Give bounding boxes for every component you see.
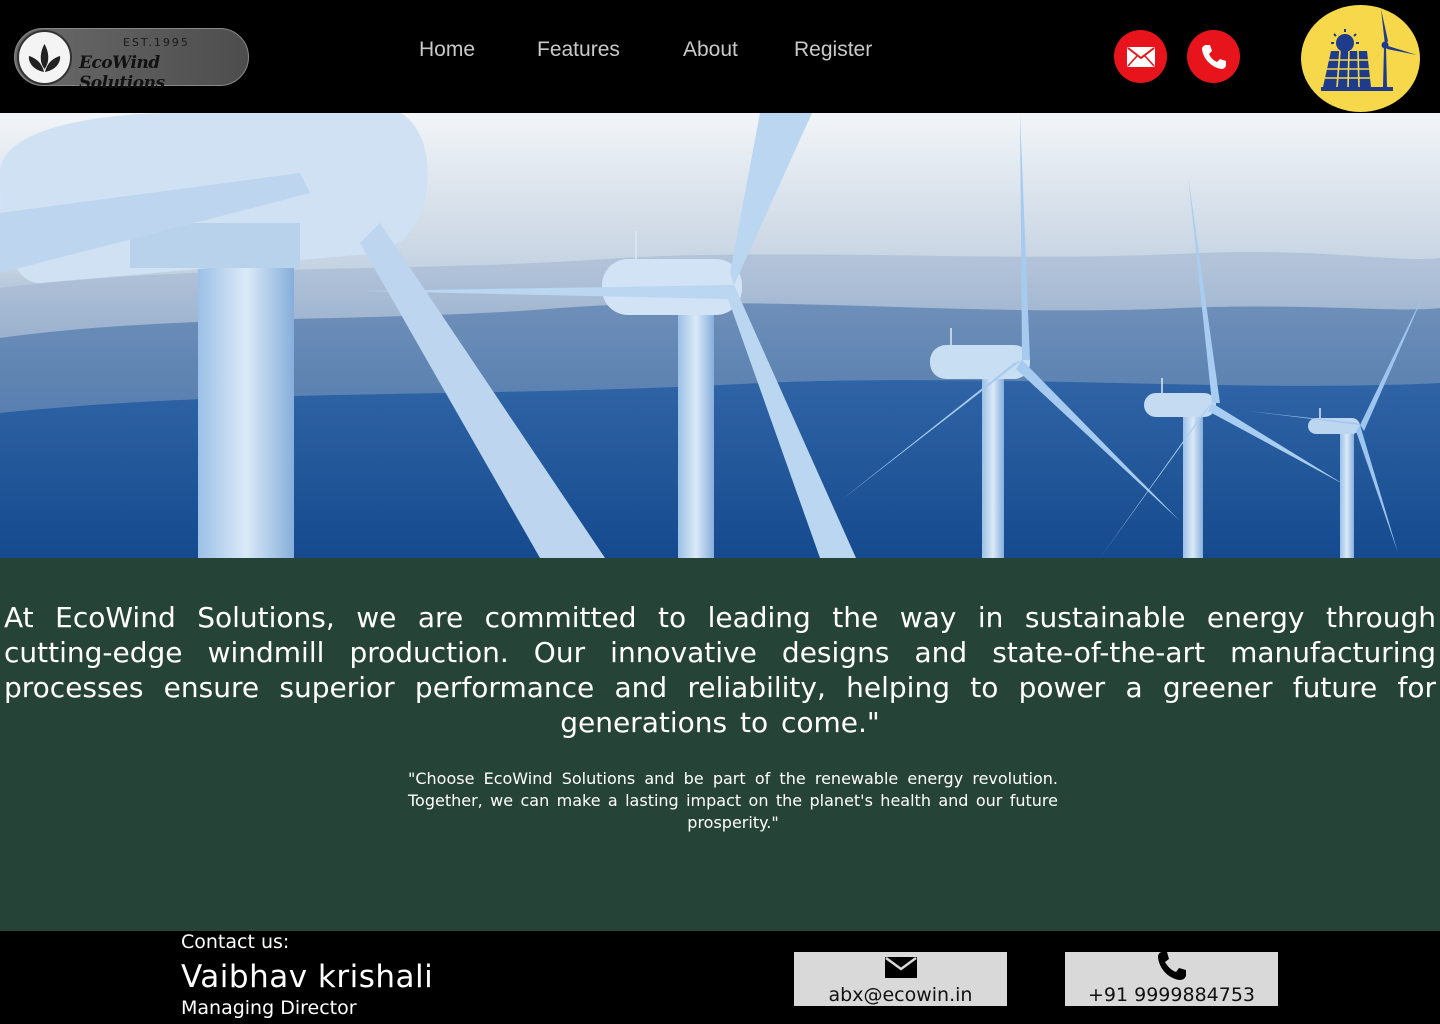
brand-logo[interactable]: EST.1995 EcoWind Solutions	[14, 28, 249, 93]
email-button[interactable]	[1114, 30, 1167, 83]
nav-home[interactable]: Home	[419, 38, 475, 62]
envelope-icon	[884, 954, 918, 984]
solar-wind-icon	[1321, 9, 1417, 91]
mail-icon	[1126, 46, 1155, 67]
wind-turbines-photo	[0, 113, 1440, 558]
phone-button[interactable]	[1187, 30, 1240, 83]
hero-image	[0, 113, 1440, 558]
handset-icon	[1154, 950, 1190, 986]
site-header: EST.1995 EcoWind Solutions Home Features…	[0, 0, 1440, 113]
brand-est: EST.1995	[123, 36, 190, 49]
leaf-logo-icon	[17, 30, 72, 85]
phone-contact-card[interactable]: +91 9999884753	[1065, 952, 1278, 1006]
about-section: At EcoWind Solutions, we are committed t…	[0, 558, 1440, 931]
site-footer: Contact us: Vaibhav krishali Managing Di…	[0, 931, 1440, 1024]
call-to-action-quote: "Choose EcoWind Solutions and be part of…	[408, 769, 1058, 832]
phone-icon	[1201, 44, 1226, 69]
contact-role: Managing Director	[181, 997, 357, 1019]
solar-wind-badge	[1301, 5, 1420, 112]
nav-about[interactable]: About	[683, 38, 738, 62]
mission-statement: At EcoWind Solutions, we are committed t…	[4, 601, 1436, 739]
contact-label: Contact us:	[181, 931, 290, 953]
email-contact-card[interactable]: abx@ecowin.in	[794, 952, 1007, 1006]
contact-name: Vaibhav krishali	[181, 959, 434, 995]
nav-features[interactable]: Features	[537, 38, 620, 62]
brand-name: EcoWind Solutions	[79, 53, 165, 93]
phone-number[interactable]: +91 9999884753	[1065, 984, 1278, 1006]
nav-register[interactable]: Register	[794, 38, 872, 62]
email-address[interactable]: abx@ecowin.in	[794, 984, 1007, 1006]
